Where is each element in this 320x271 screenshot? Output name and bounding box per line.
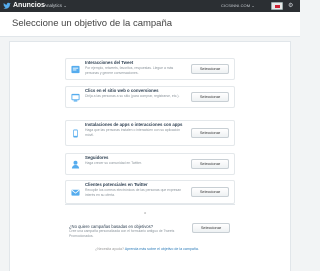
objective-description: Por ejemplo, retweets, favoritos, respue… bbox=[85, 66, 174, 75]
objective-description: Haga que las personas instalen o interac… bbox=[85, 128, 180, 137]
account-menu[interactable]: CICSINNI.COM ⌄ bbox=[221, 2, 255, 10]
objective-followers[interactable]: Seguidores Haga crecer su comunidad en T… bbox=[65, 153, 235, 175]
select-custom-campaign-button[interactable]: Seleccionar bbox=[192, 223, 230, 233]
select-app-installs-button[interactable]: Seleccionar bbox=[191, 128, 229, 138]
avatar[interactable] bbox=[271, 2, 283, 10]
brand-label[interactable]: Anuncios bbox=[13, 1, 45, 11]
or-separator: o bbox=[144, 210, 147, 215]
objective-title: Instalaciones de apps o interacciones co… bbox=[85, 122, 183, 127]
select-followers-button[interactable]: Seleccionar bbox=[191, 159, 229, 169]
leads-icon bbox=[71, 189, 80, 196]
objective-tweet-engagement[interactable]: Interacciones del Tweet Por ejemplo, ret… bbox=[65, 58, 235, 80]
help-prefix: ¿Necesita ayuda? bbox=[95, 247, 124, 251]
custom-campaign-section: ¿No quiere campañas basadas en objetivos… bbox=[65, 218, 235, 240]
objective-title: Seguidores bbox=[85, 155, 109, 160]
help-text: ¿Necesita ayuda? Aprenda más sobre el ob… bbox=[95, 247, 199, 252]
analytics-menu[interactable]: Analytics ⌄ bbox=[44, 2, 67, 10]
objective-title: Interacciones del Tweet bbox=[85, 60, 134, 65]
objective-leads[interactable]: Clientes potenciales en Twitter Recopile… bbox=[65, 180, 235, 204]
objective-website-clicks[interactable]: Clics en el sitio web o conversiones Dir… bbox=[65, 86, 235, 108]
followers-icon bbox=[71, 160, 80, 169]
top-nav-bar: Anuncios Analytics ⌄ CICSINNI.COM ⌄ ⚙ bbox=[0, 0, 300, 12]
objective-app-installs[interactable]: Instalaciones de apps o interacciones co… bbox=[65, 120, 235, 146]
help-link[interactable]: Aprenda más sobre el objetivo de la camp… bbox=[125, 247, 199, 251]
page-header: Seleccione un objetivo de la campaña bbox=[0, 12, 300, 37]
select-website-clicks-button[interactable]: Seleccionar bbox=[191, 92, 229, 102]
objective-description: Dirija a las personas a su sitio (para c… bbox=[85, 94, 180, 98]
objective-description: Haga crecer su comunidad en Twitter. bbox=[85, 161, 142, 165]
divider bbox=[65, 204, 235, 205]
objective-title: Clics en el sitio web o conversiones bbox=[85, 88, 159, 93]
gear-icon[interactable]: ⚙ bbox=[288, 2, 293, 10]
page-title: Seleccione un objetivo de la campaña bbox=[12, 18, 173, 29]
objective-description: Recopile los correos electrónicos de las… bbox=[85, 188, 182, 197]
website-clicks-icon bbox=[71, 93, 80, 102]
mobile-app-icon bbox=[73, 129, 78, 138]
select-tweet-engagement-button[interactable]: Seleccionar bbox=[191, 64, 229, 74]
objective-title: Clientes potenciales en Twitter bbox=[85, 182, 148, 187]
select-leads-button[interactable]: Seleccionar bbox=[191, 187, 229, 197]
custom-campaign-description: Cree una campaña personalizada con el fo… bbox=[69, 229, 175, 238]
twitter-bird-icon[interactable] bbox=[3, 2, 11, 10]
tweet-engagement-icon bbox=[71, 65, 80, 74]
